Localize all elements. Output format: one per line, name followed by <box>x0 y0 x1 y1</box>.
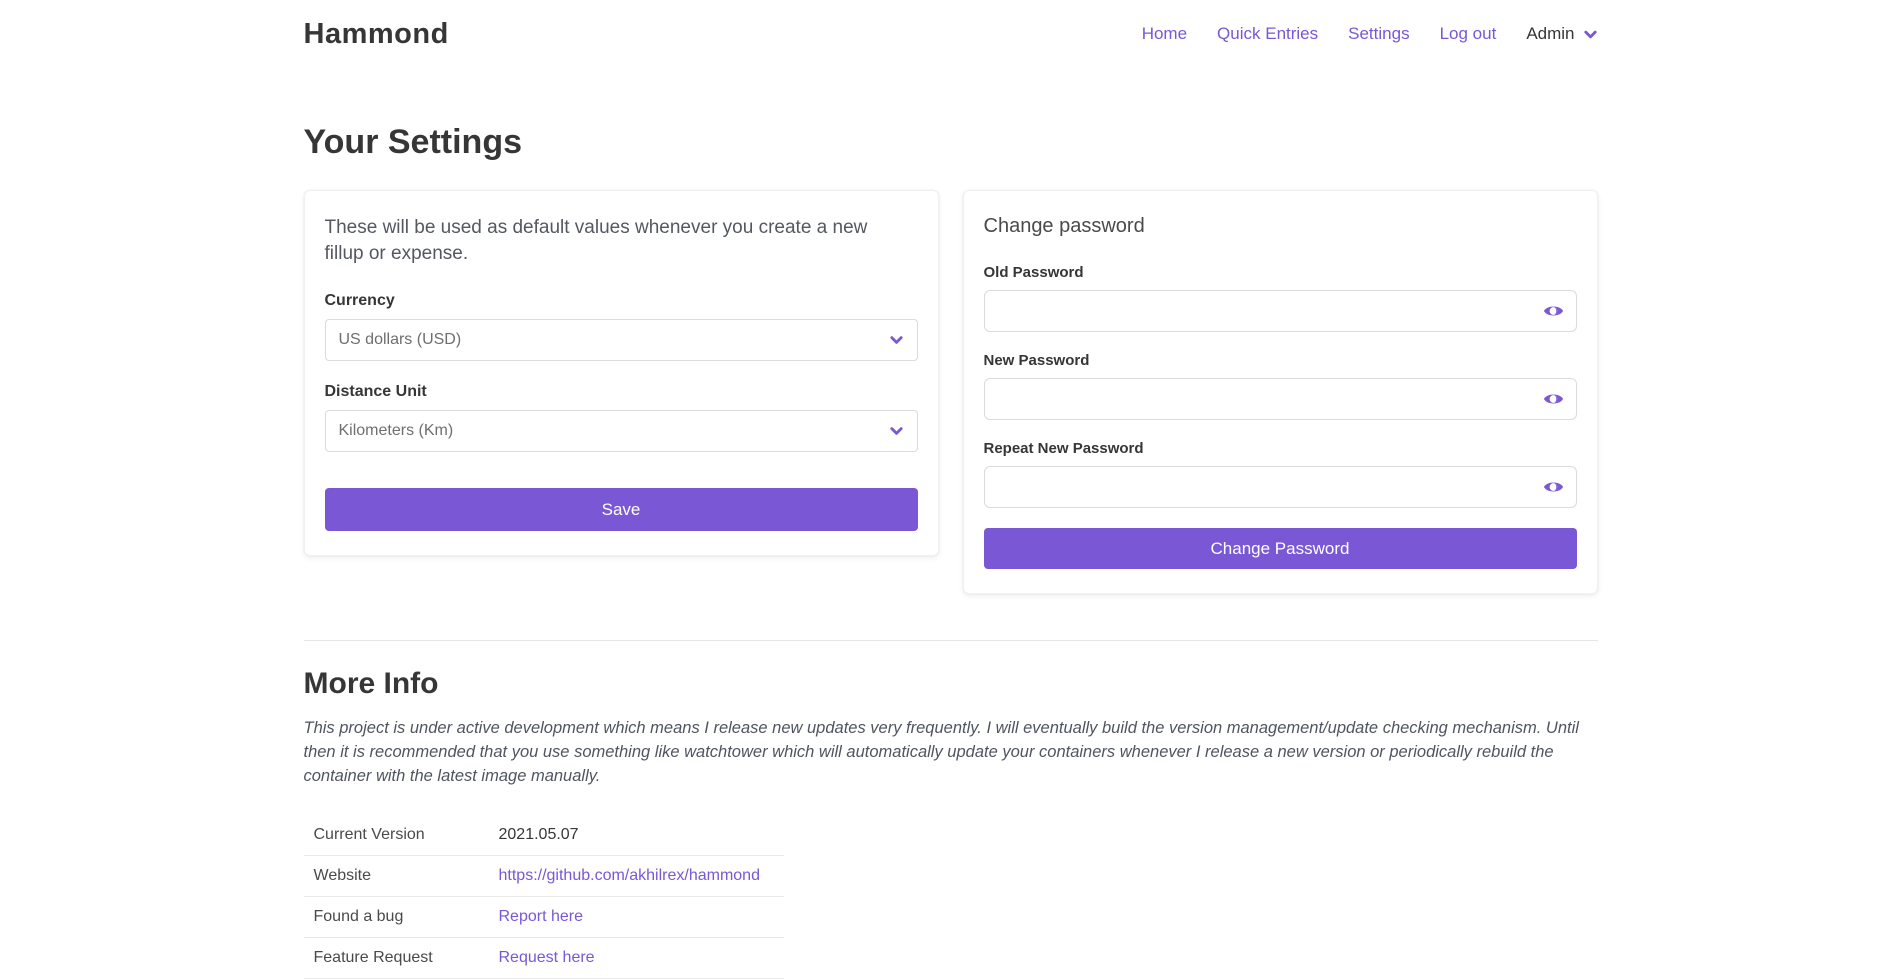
nav-home[interactable]: Home <box>1142 24 1187 44</box>
repeat-new-password-field[interactable] <box>984 466 1577 508</box>
app-header: Hammond Home Quick Entries Settings Log … <box>0 0 1901 68</box>
page-title: Your Settings <box>304 123 1606 162</box>
old-password-label: Old Password <box>984 264 1577 281</box>
table-row: Website https://github.com/akhilrex/hamm… <box>304 855 784 896</box>
table-row: Feature Request Request here <box>304 937 784 978</box>
info-label: Current Version <box>304 815 489 856</box>
user-menu-admin[interactable]: Admin <box>1526 24 1597 44</box>
info-label: Website <box>304 855 489 896</box>
eye-icon[interactable] <box>1543 389 1564 410</box>
feature-request-link[interactable]: Request here <box>499 949 595 966</box>
chevron-down-icon <box>889 333 904 348</box>
nav-settings[interactable]: Settings <box>1348 24 1409 44</box>
defaults-card: These will be used as default values whe… <box>304 190 939 556</box>
table-row: Current Version 2021.05.07 <box>304 815 784 856</box>
section-divider <box>304 640 1598 641</box>
currency-select[interactable]: US dollars (USD) <box>325 319 918 361</box>
distance-unit-label: Distance Unit <box>325 383 918 401</box>
new-password-label: New Password <box>984 352 1577 369</box>
change-password-button[interactable]: Change Password <box>984 528 1577 569</box>
new-password-field[interactable] <box>984 378 1577 420</box>
currency-selected-value: US dollars (USD) <box>339 331 462 349</box>
user-menu-label: Admin <box>1526 24 1574 44</box>
main-content: Your Settings These will be used as defa… <box>296 123 1606 979</box>
table-row: Found a bug Report here <box>304 896 784 937</box>
nav-quick-entries[interactable]: Quick Entries <box>1217 24 1318 44</box>
change-password-title: Change password <box>984 215 1577 238</box>
eye-icon[interactable] <box>1543 301 1564 322</box>
info-label: Feature Request <box>304 937 489 978</box>
website-link[interactable]: https://github.com/akhilrex/hammond <box>499 867 760 884</box>
info-table: Current Version 2021.05.07 Website https… <box>304 815 784 979</box>
save-button[interactable]: Save <box>325 488 918 531</box>
more-info-title: More Info <box>304 667 1598 701</box>
change-password-card: Change password Old Password New Passwor… <box>963 190 1598 594</box>
nav-logout[interactable]: Log out <box>1440 24 1497 44</box>
chevron-down-icon <box>889 424 904 439</box>
development-note: This project is under active development… <box>304 717 1598 789</box>
distance-unit-select[interactable]: Kilometers (Km) <box>325 410 918 452</box>
chevron-down-icon <box>1583 27 1598 42</box>
more-info-section: More Info This project is under active d… <box>296 667 1606 979</box>
defaults-description: These will be used as default values whe… <box>325 215 905 266</box>
currency-label: Currency <box>325 292 918 310</box>
info-label: Found a bug <box>304 896 489 937</box>
report-bug-link[interactable]: Report here <box>499 908 584 925</box>
eye-icon[interactable] <box>1543 477 1564 498</box>
current-version-value: 2021.05.07 <box>489 815 784 856</box>
brand-logo[interactable]: Hammond <box>304 18 449 51</box>
distance-unit-selected-value: Kilometers (Km) <box>339 422 454 440</box>
repeat-new-password-label: Repeat New Password <box>984 440 1577 457</box>
old-password-field[interactable] <box>984 290 1577 332</box>
main-nav: Home Quick Entries Settings Log out Admi… <box>1142 24 1598 44</box>
